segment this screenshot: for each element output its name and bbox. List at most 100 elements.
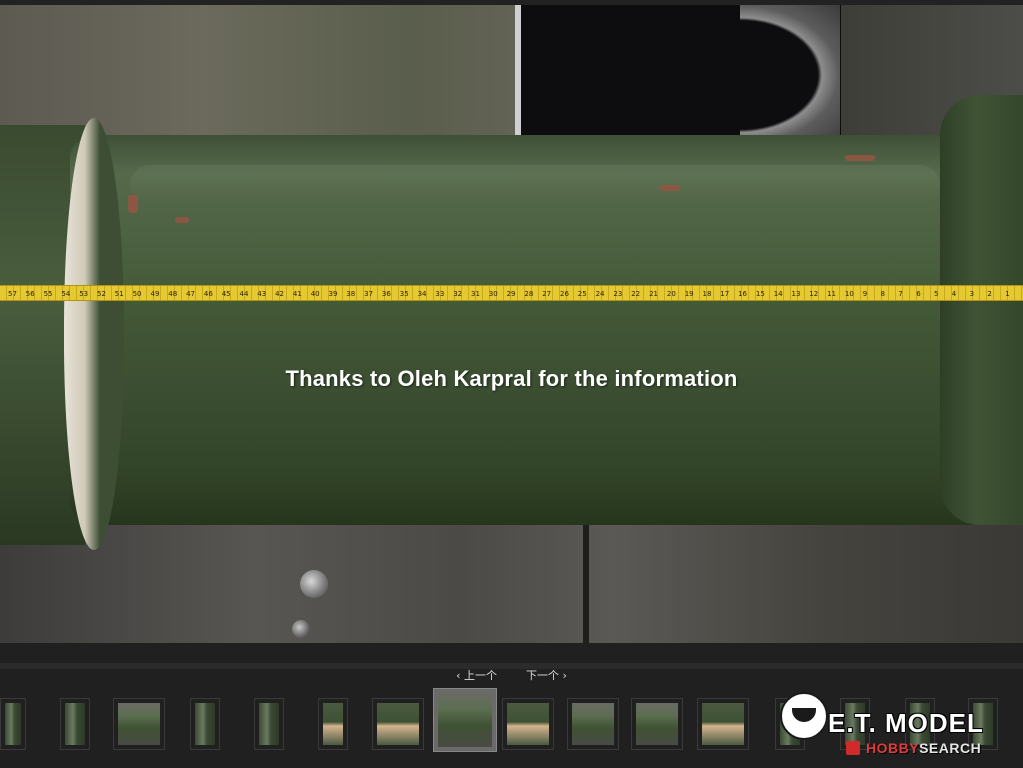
tape-number: 8 <box>881 290 885 298</box>
photo-ground-bottom <box>0 505 1023 643</box>
tape-number: 51 <box>115 290 124 298</box>
tape-number: 53 <box>79 290 88 298</box>
watermark: E.T. MODEL HOBBYSEARCH <box>780 690 1020 765</box>
tape-number: 24 <box>596 290 605 298</box>
tape-number: 30 <box>489 290 498 298</box>
thumbnail[interactable] <box>254 698 284 750</box>
photo-bolt <box>292 620 310 638</box>
tape-number: 46 <box>204 290 213 298</box>
tape-number: 28 <box>524 290 533 298</box>
main-photo[interactable]: 57 56 55 54 53 52 51 50 49 48 47 46 45 44 43 42 41 40 39 38… <box>0 5 1023 643</box>
tape-number: 23 <box>613 290 622 298</box>
tape-number: 48 <box>168 290 177 298</box>
hobby-search-icon <box>846 741 860 755</box>
thumbnail-image <box>118 703 160 745</box>
tape-number: 57 <box>8 290 17 298</box>
tape-number: 55 <box>44 290 53 298</box>
tape-number: 12 <box>809 290 818 298</box>
thumbnail-image <box>377 703 419 745</box>
thumbnail[interactable] <box>318 698 348 750</box>
photo-rust-spot <box>845 155 875 161</box>
tape-number: 42 <box>275 290 284 298</box>
photo-rust-spot <box>128 195 138 213</box>
photo-caption: Thanks to Oleh Karpral for the informati… <box>285 366 738 391</box>
tape-number: 5 <box>934 290 938 298</box>
thumbnail-image <box>5 703 21 745</box>
image-viewer: 57 56 55 54 53 52 51 50 49 48 47 46 45 44 43 42 41 40 39 38… <box>0 0 1023 768</box>
thumbnail-image <box>702 703 744 745</box>
tape-number: 31 <box>471 290 480 298</box>
photo-hatch-rim <box>740 5 840 145</box>
tape-number: 1 <box>1005 290 1009 298</box>
tape-number: 45 <box>222 290 231 298</box>
tape-number: 37 <box>364 290 373 298</box>
tape-number: 19 <box>685 290 694 298</box>
thumbnail-image <box>259 703 279 745</box>
next-link[interactable]: 下一个 › <box>526 669 567 682</box>
watermark-search: SEARCH <box>919 740 982 756</box>
tape-number: 7 <box>898 290 902 298</box>
thumbnail[interactable] <box>0 698 26 750</box>
tape-number: 2 <box>987 290 991 298</box>
thumbnail[interactable] <box>697 698 749 750</box>
tape-number: 35 <box>400 290 409 298</box>
prev-link[interactable]: ‹ 上一个 <box>456 669 497 682</box>
tape-number: 32 <box>453 290 462 298</box>
photo-ground-top <box>0 5 1023 145</box>
tape-number: 54 <box>61 290 70 298</box>
tape-number: 33 <box>435 290 444 298</box>
tape-number: 27 <box>542 290 551 298</box>
tape-number: 10 <box>845 290 854 298</box>
thumbnail[interactable] <box>631 698 683 750</box>
thumbnail-image <box>507 703 549 745</box>
tape-number: 56 <box>26 290 35 298</box>
tape-number: 34 <box>418 290 427 298</box>
photo-tube-highlight <box>130 165 940 205</box>
watermark-hobby-search: HOBBYSEARCH <box>866 740 981 756</box>
thumbnail-image <box>195 703 215 745</box>
tape-number: 43 <box>257 290 266 298</box>
tape-number: 21 <box>649 290 658 298</box>
tape-number: 26 <box>560 290 569 298</box>
thumbnail[interactable] <box>60 698 90 750</box>
photo-rust-spot <box>660 185 680 191</box>
thumbnail[interactable] <box>190 698 220 750</box>
pager: ‹ 上一个 下一个 › <box>0 667 1023 685</box>
tape-number: 29 <box>507 290 516 298</box>
photo-tape-measure: 57 56 55 54 53 52 51 50 49 48 47 46 45 44 43 42 41 40 39 38… <box>0 285 1023 301</box>
tape-number: 14 <box>774 290 783 298</box>
tape-number: 20 <box>667 290 676 298</box>
thumbnail[interactable] <box>502 698 554 750</box>
tape-number: 17 <box>720 290 729 298</box>
watermark-hobby: HOBBY <box>866 740 920 756</box>
tape-number: 6 <box>916 290 921 298</box>
thumbnail-image <box>65 703 85 745</box>
tape-number: 49 <box>151 290 160 298</box>
tape-number: 36 <box>382 290 391 298</box>
tape-number: 47 <box>186 290 195 298</box>
tape-number: 50 <box>133 290 142 298</box>
tape-number: 13 <box>792 290 801 298</box>
thumbnail[interactable] <box>113 698 165 750</box>
tape-number: 41 <box>293 290 302 298</box>
thumbnail[interactable] <box>372 698 424 750</box>
et-model-logo-icon <box>780 692 828 740</box>
tape-number: 3 <box>970 290 974 298</box>
tape-number: 40 <box>311 290 320 298</box>
thumbnail-image <box>572 703 614 745</box>
thumbnail-image <box>438 693 492 747</box>
tape-number: 52 <box>97 290 106 298</box>
thumbnail-image <box>323 703 343 745</box>
tape-number: 38 <box>346 290 355 298</box>
tape-number: 22 <box>631 290 640 298</box>
tape-number: 11 <box>827 290 836 298</box>
thumbnail[interactable] <box>433 688 497 752</box>
tape-number: 39 <box>329 290 338 298</box>
tape-number: 9 <box>863 290 867 298</box>
watermark-brand: E.T. MODEL <box>828 708 984 738</box>
thumbnail[interactable] <box>567 698 619 750</box>
tape-number: 4 <box>952 290 957 298</box>
photo-tube-collar <box>940 95 1023 525</box>
tape-number: 16 <box>738 290 747 298</box>
photo-rust-spot <box>175 217 189 223</box>
